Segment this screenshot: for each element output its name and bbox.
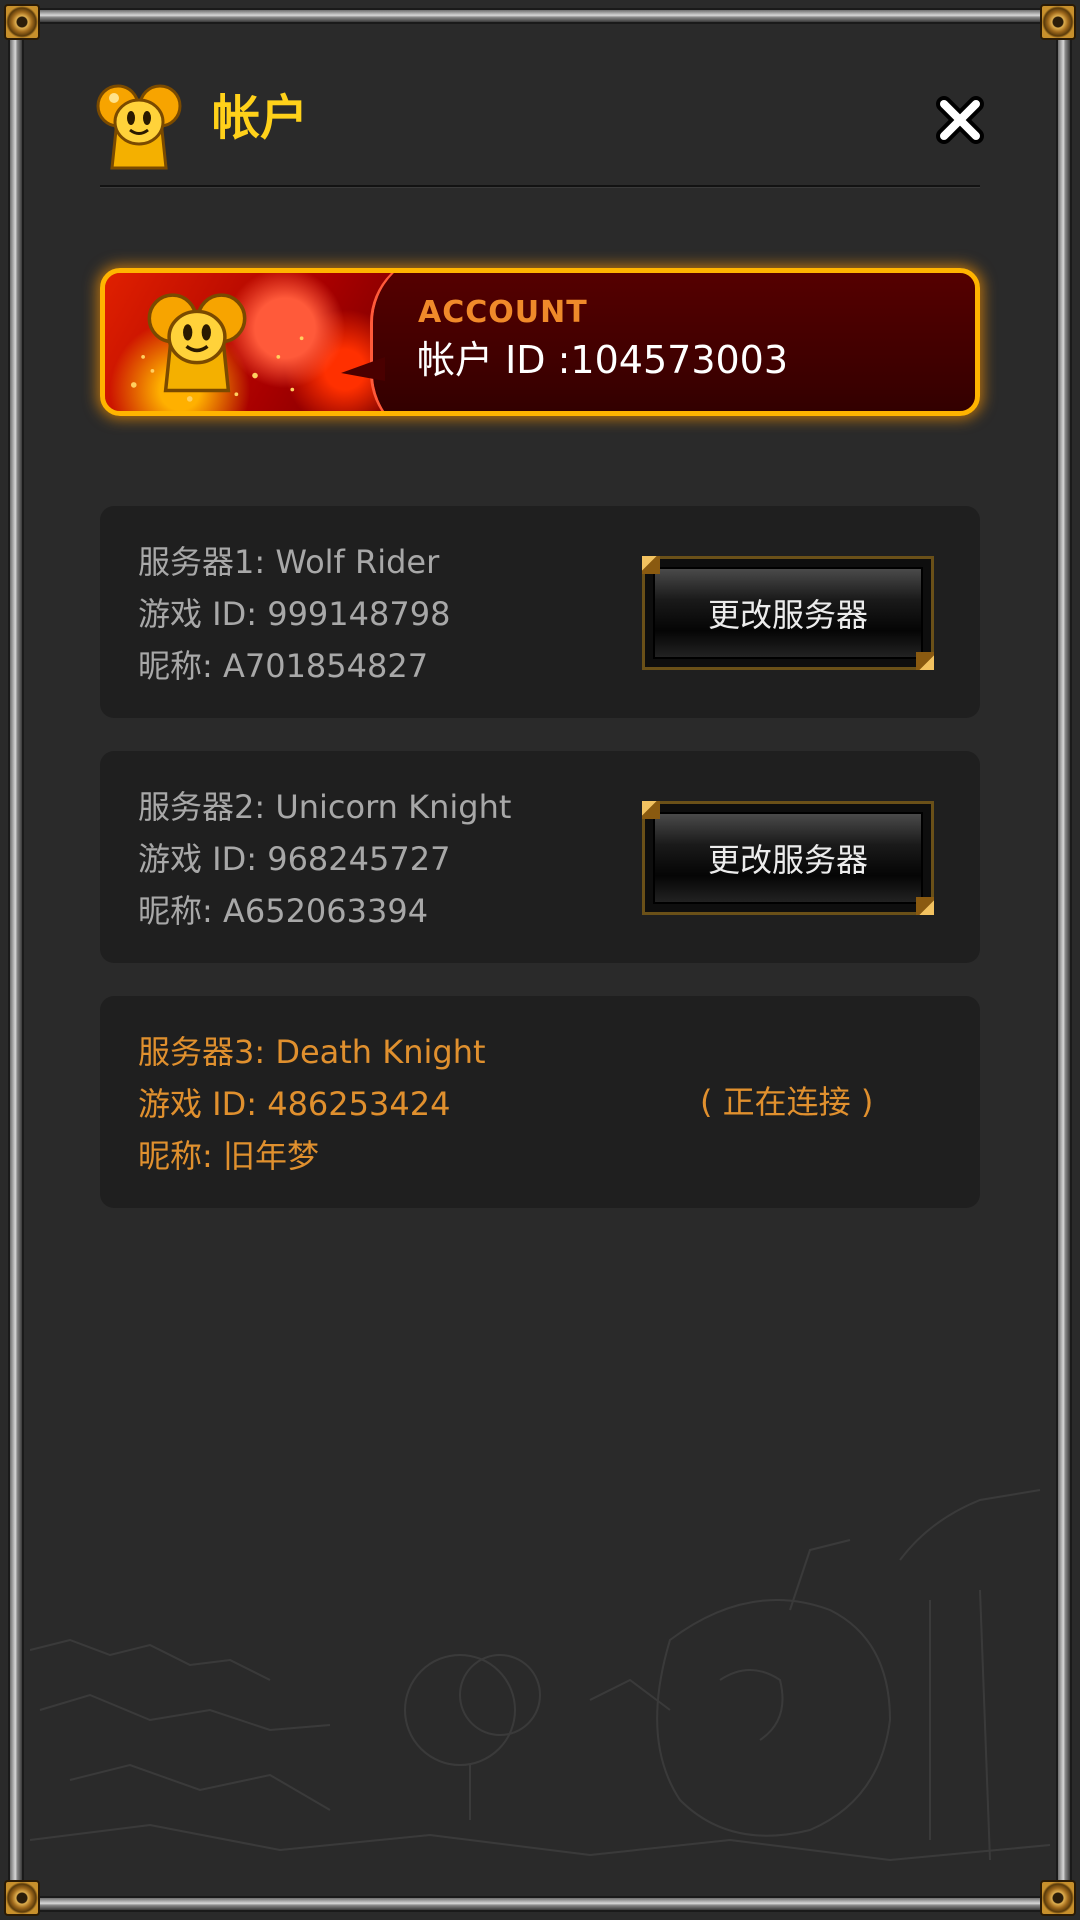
header-divider (100, 185, 980, 188)
button-corner-ornament (916, 897, 934, 915)
connection-status: ( 正在连接 ) (700, 1083, 874, 1121)
button-corner-ornament (916, 652, 934, 670)
banner-label: ACCOUNT (418, 295, 588, 330)
change-server-button[interactable]: 更改服务器 (642, 801, 934, 915)
change-server-button[interactable]: 更改服务器 (642, 556, 934, 670)
frame-border-top (14, 8, 1066, 24)
mascot-icon (147, 293, 247, 393)
server-card-active: 服务器3: Death Knight 游戏 ID: 486253424 昵称: … (100, 996, 980, 1208)
nickname: 昵称: A701854827 (138, 647, 429, 685)
server-info: 服务器1: Wolf Rider 游戏 ID: 999148798 昵称: A7… (138, 536, 450, 692)
game-id: 游戏 ID: 999148798 (138, 595, 451, 633)
game-id: 游戏 ID: 486253424 (138, 1085, 451, 1123)
server-info: 服务器2: Unicorn Knight 游戏 ID: 968245727 昵称… (138, 781, 511, 937)
server-name: 服务器2: Unicorn Knight (138, 788, 512, 826)
frame-corner-ornament (1040, 4, 1076, 40)
server-name: 服务器3: Death Knight (138, 1033, 486, 1071)
frame-border-bottom (14, 1896, 1066, 1912)
server-name: 服务器1: Wolf Rider (138, 543, 440, 581)
frame-corner-ornament (4, 4, 40, 40)
mascot-icon (96, 84, 182, 170)
background-illustration (30, 1489, 1050, 1862)
change-server-label: 更改服务器 (653, 812, 923, 904)
server-info: 服务器3: Death Knight 游戏 ID: 486253424 昵称: … (138, 1026, 486, 1182)
page-title: 帐户 (212, 90, 309, 146)
button-corner-ornament (642, 556, 660, 574)
frame-border-left (8, 14, 24, 1906)
nickname: 昵称: A652063394 (138, 892, 429, 930)
frame-border-right (1056, 14, 1072, 1906)
button-corner-ornament (642, 801, 660, 819)
close-icon[interactable] (932, 92, 988, 148)
game-id: 游戏 ID: 968245727 (138, 840, 451, 878)
change-server-label: 更改服务器 (653, 567, 923, 659)
banner-panel-tail (341, 357, 385, 381)
server-card: 服务器1: Wolf Rider 游戏 ID: 999148798 昵称: A7… (100, 506, 980, 718)
account-dialog: 帐户 ACCOUNT 帐户 ID:104573003 服务器1: Wolf R… (0, 0, 1080, 1920)
account-id: 帐户 ID :104573003 (417, 338, 789, 382)
account-banner: ACCOUNT 帐户 ID :104573003 (100, 268, 980, 416)
server-card: 服务器2: Unicorn Knight 游戏 ID: 968245727 昵称… (100, 751, 980, 963)
nickname: 昵称: 旧年梦 (138, 1137, 319, 1175)
